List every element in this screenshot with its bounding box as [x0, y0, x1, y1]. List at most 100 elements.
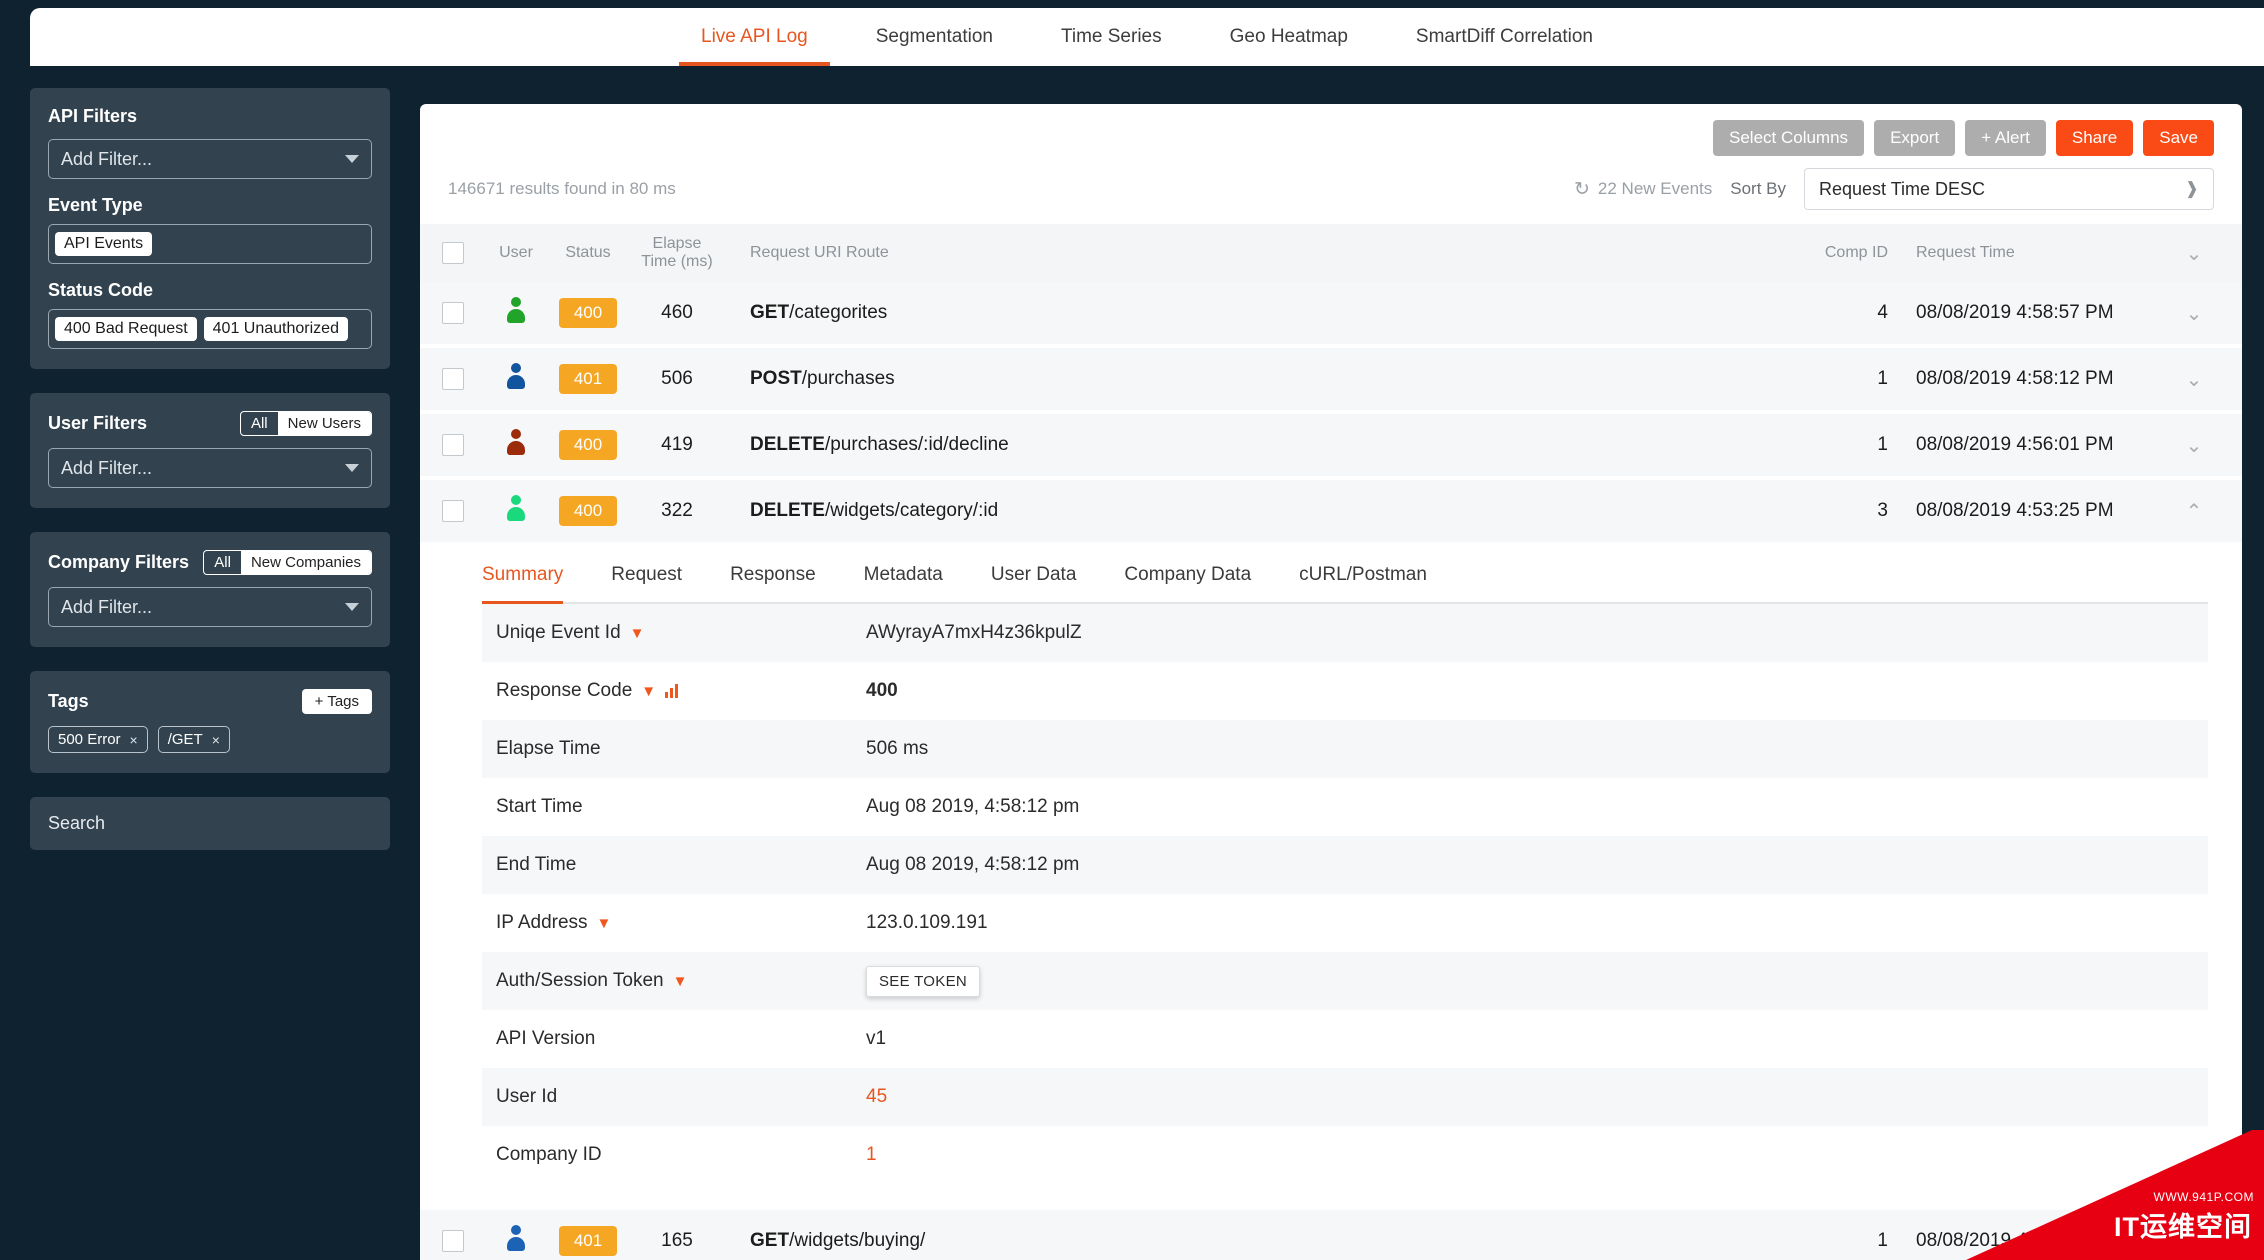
- detail-tab-metadata[interactable]: Metadata: [864, 546, 965, 602]
- detail-label-cell: IP Address ▼: [496, 912, 866, 934]
- add-alert-button[interactable]: + Alert: [1965, 120, 2046, 156]
- detail-tab-user-data[interactable]: User Data: [991, 546, 1099, 602]
- user-filters-title: User Filters: [48, 413, 148, 433]
- share-button[interactable]: Share: [2055, 120, 2134, 156]
- row-checkbox[interactable]: [442, 368, 464, 390]
- table-row[interactable]: 400 419 DELETE/purchases/:id/decline 1 08/08…: [420, 414, 2242, 476]
- table-row[interactable]: 400 322 DELETE/widgets/category/:id 3 08/08/…: [420, 480, 2242, 542]
- export-button[interactable]: Export: [1874, 120, 1956, 156]
- filters-sidebar: API Filters Add Filter... Event Type API…: [0, 66, 420, 1080]
- nav-item-smartdiff-correlation[interactable]: SmartDiff Correlation: [1382, 8, 1627, 66]
- table-body: 400 460 GET/categorites 4 08/08/2019 4:58:57…: [420, 282, 2242, 1260]
- company-filters-segmented-control[interactable]: All New Companies: [203, 550, 372, 575]
- bar-chart-icon[interactable]: [665, 684, 679, 698]
- filter-funnel-icon[interactable]: ▼: [597, 915, 612, 932]
- row-user-cell: [484, 495, 548, 527]
- api-filters-title: API Filters: [48, 106, 138, 126]
- detail-tab-curl-postman[interactable]: cURL/Postman: [1299, 546, 1449, 602]
- detail-row: API Version v1: [482, 1010, 2208, 1068]
- user-filters-segmented-control[interactable]: All New Users: [239, 411, 372, 436]
- nav-item-segmentation[interactable]: Segmentation: [842, 8, 1027, 66]
- search-placeholder: Search: [48, 813, 106, 833]
- status-code-pill[interactable]: 400 Bad Request: [55, 317, 197, 341]
- detail-tab-summary[interactable]: Summary: [482, 546, 585, 604]
- detail-row: Start Time Aug 08 2019, 4:58:12 pm: [482, 778, 2208, 836]
- row-request-time: 08/08/2019 4:56:01 PM: [1916, 434, 2114, 455]
- row-checkbox[interactable]: [442, 500, 464, 522]
- row-checkbox[interactable]: [442, 434, 464, 456]
- user-avatar-icon: [507, 429, 525, 455]
- row-checkbox[interactable]: [442, 302, 464, 324]
- sort-by-select[interactable]: Request Time DESC ❱: [1804, 168, 2214, 210]
- detail-tab-response[interactable]: Response: [730, 546, 838, 602]
- card-toolbar: Select Columns Export + Alert Share Save: [420, 104, 2242, 162]
- row-expand-toggle[interactable]: ⌃: [2168, 499, 2220, 524]
- status-code-label: Status Code: [48, 280, 154, 300]
- select-all-checkbox[interactable]: [442, 242, 464, 264]
- chevron-down-icon: ⌄: [2185, 302, 2203, 325]
- row-expand-toggle[interactable]: ⌄: [2168, 433, 2220, 458]
- detail-value: Aug 08 2019, 4:58:12 pm: [866, 854, 1080, 875]
- filter-funnel-icon[interactable]: ▼: [630, 625, 645, 642]
- user-add-filter-select[interactable]: Add Filter...: [48, 448, 372, 488]
- row-expand-toggle[interactable]: ⌄: [2168, 301, 2220, 326]
- row-checkbox-cell: [442, 1230, 484, 1252]
- user-filter-all[interactable]: All: [241, 412, 278, 435]
- row-elapse-time: 506: [661, 368, 693, 390]
- filter-funnel-icon[interactable]: ▼: [673, 973, 688, 990]
- detail-tab-request[interactable]: Request: [611, 546, 704, 602]
- row-expand-toggle[interactable]: ⌄: [2168, 1229, 2220, 1254]
- detail-label: Response Code: [496, 680, 633, 701]
- nav-item-geo-heatmap[interactable]: Geo Heatmap: [1196, 8, 1382, 66]
- detail-row: User Id 45: [482, 1068, 2208, 1126]
- table-row[interactable]: 401 165 GET/widgets/buying/1 08/08/2019 4:4…: [420, 1210, 2242, 1260]
- row-expand-toggle[interactable]: ⌄: [2168, 367, 2220, 392]
- row-path: /purchases: [801, 368, 895, 389]
- detail-value: AWyrayA7mxH4z36kpulZ: [866, 622, 1082, 643]
- status-badge: 400: [559, 298, 617, 328]
- close-icon[interactable]: ×: [212, 732, 220, 748]
- add-tags-button[interactable]: + Tags: [301, 689, 372, 714]
- chevron-up-icon: ⌃: [2185, 500, 2203, 523]
- row-request-uri-route: POST/purchases: [726, 368, 1758, 390]
- company-add-filter-select[interactable]: Add Filter...: [48, 587, 372, 627]
- row-status-cell: 400: [548, 430, 628, 460]
- nav-item-live-api-log[interactable]: Live API Log: [667, 8, 842, 66]
- status-code-pill[interactable]: 401 Unauthorized: [203, 317, 348, 341]
- event-type-pill[interactable]: API Events: [55, 232, 153, 256]
- company-filter-new-companies[interactable]: New Companies: [240, 551, 371, 574]
- user-filter-new-users[interactable]: New Users: [277, 412, 371, 435]
- select-columns-button[interactable]: Select Columns: [1713, 120, 1865, 156]
- row-user-cell: [484, 1225, 548, 1257]
- row-request-uri-route: DELETE/widgets/category/:id: [726, 500, 1758, 522]
- detail-tab-company-data[interactable]: Company Data: [1124, 546, 1273, 602]
- save-button[interactable]: Save: [2143, 120, 2214, 156]
- new-events-refresh[interactable]: ↻ 22 New Events: [1574, 178, 1712, 201]
- tag-chip[interactable]: 500 Error ×: [48, 726, 148, 753]
- row-request-time: 08/08/2019 4:43:05 PM: [1916, 1230, 2114, 1251]
- top-navigation-bar: Live API Log Segmentation Time Series Geo H…: [30, 8, 2264, 66]
- event-type-field[interactable]: API Events: [48, 224, 372, 264]
- filter-funnel-icon[interactable]: ▼: [641, 683, 656, 700]
- row-checkbox[interactable]: [442, 1230, 464, 1252]
- row-user-cell: [484, 363, 548, 395]
- table-row[interactable]: 401 506 POST/purchases 1 08/08/2019 4:58:12 …: [420, 348, 2242, 410]
- detail-label: Uniqe Event Id: [496, 622, 621, 643]
- close-icon[interactable]: ×: [130, 732, 138, 748]
- header-elapse-time: Elapse Time (ms): [628, 235, 726, 272]
- company-filter-all[interactable]: All: [204, 551, 241, 574]
- detail-row: End Time Aug 08 2019, 4:58:12 pm: [482, 836, 2208, 894]
- tag-chip[interactable]: /GET ×: [157, 726, 230, 753]
- detail-label-cell: End Time: [496, 854, 866, 876]
- table-row[interactable]: 400 460 GET/categorites 4 08/08/2019 4:58:57…: [420, 282, 2242, 344]
- status-code-field[interactable]: 400 Bad Request 401 Unauthorized: [48, 309, 372, 349]
- search-input[interactable]: Search: [30, 797, 390, 850]
- detail-row: IP Address ▼ 123.0.109.191: [482, 894, 2208, 952]
- see-token-button[interactable]: SEE TOKEN: [866, 965, 981, 997]
- detail-value: 1: [866, 1144, 877, 1165]
- header-expand-toggle[interactable]: ⌄: [2168, 241, 2220, 266]
- user-avatar-icon: [507, 1225, 525, 1251]
- detail-label-cell: Uniqe Event Id ▼: [496, 622, 866, 644]
- api-add-filter-select[interactable]: Add Filter...: [48, 139, 372, 179]
- nav-item-time-series[interactable]: Time Series: [1027, 8, 1196, 66]
